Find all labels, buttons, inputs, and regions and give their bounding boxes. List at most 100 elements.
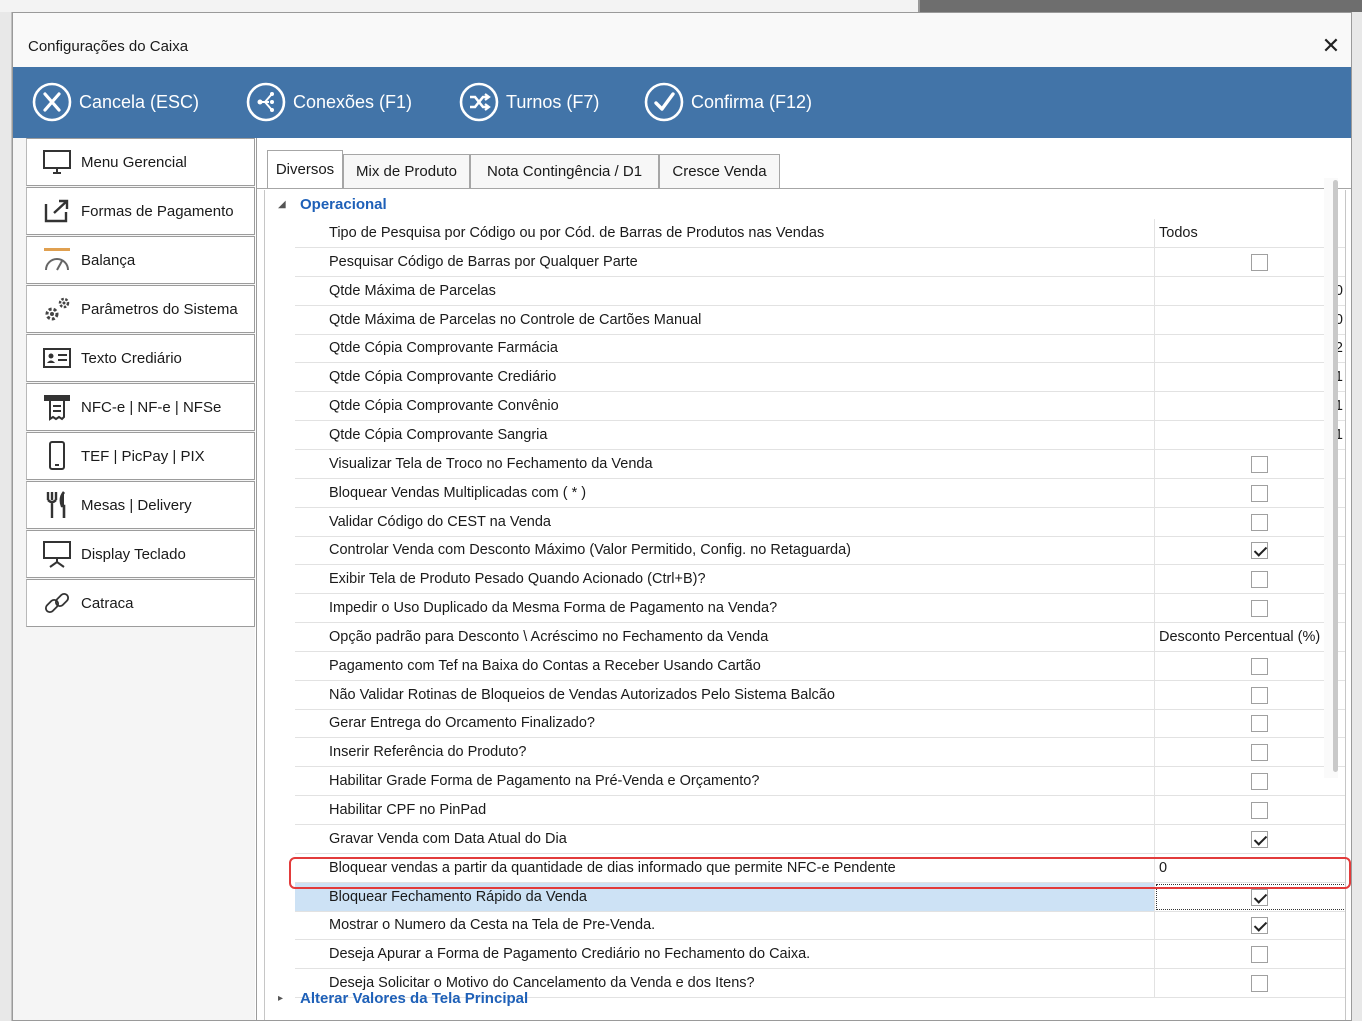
checkbox-checked[interactable]	[1251, 917, 1268, 935]
sidebar-item-display-teclado[interactable]: Display Teclado	[26, 530, 255, 578]
property-row[interactable]: Deseja Apurar a Forma de Pagamento Credi…	[295, 940, 1345, 970]
property-row[interactable]: Controlar Venda com Desconto Máximo (Val…	[295, 536, 1345, 566]
property-value-cell[interactable]	[1155, 882, 1345, 911]
expand-triangle-icon[interactable]: ▸	[278, 984, 283, 1013]
checkbox-unchecked[interactable]	[1251, 253, 1268, 271]
sidebar-item-formas-pagamento[interactable]: Formas de Pagamento	[26, 187, 255, 235]
property-value-cell[interactable]	[1155, 911, 1345, 939]
sidebar-item-label: Catraca	[81, 594, 134, 612]
tab-cresce-venda[interactable]: Cresce Venda	[659, 154, 780, 188]
checkbox-unchecked[interactable]	[1251, 686, 1268, 704]
property-row[interactable]: Não Validar Rotinas de Bloqueios de Vend…	[295, 680, 1345, 710]
property-value-cell[interactable]	[1155, 594, 1345, 622]
checkbox-unchecked[interactable]	[1251, 484, 1268, 502]
sidebar-item-menu-gerencial[interactable]: Menu Gerencial	[26, 138, 255, 186]
property-value[interactable]: 2	[1155, 334, 1345, 362]
property-row[interactable]: Bloquear Vendas Multiplicadas com ( * )	[295, 478, 1345, 508]
property-row[interactable]: Impedir o Uso Duplicado da Mesma Forma d…	[295, 594, 1345, 624]
property-row[interactable]: Pesquisar Código de Barras por Qualquer …	[295, 247, 1345, 277]
property-row[interactable]: Opção padrão para Desconto \ Acréscimo n…	[295, 622, 1345, 652]
sidebar-item-catraca[interactable]: Catraca	[26, 579, 255, 627]
checkbox-unchecked[interactable]	[1251, 455, 1268, 473]
checkbox-checked[interactable]	[1251, 542, 1268, 560]
property-value[interactable]: Desconto Percentual (%)	[1155, 623, 1345, 651]
property-row[interactable]: Validar Código do CEST na Venda	[295, 507, 1345, 537]
checkbox-unchecked[interactable]	[1251, 946, 1268, 964]
property-row[interactable]: Mostrar o Numero da Cesta na Tela de Pre…	[295, 911, 1345, 941]
property-value-cell[interactable]	[1155, 565, 1345, 593]
property-value-cell[interactable]	[1155, 940, 1345, 968]
close-button[interactable]: ✕	[1311, 29, 1351, 63]
property-row[interactable]: Habilitar CPF no PinPad	[295, 796, 1345, 825]
property-row[interactable]: Qtde Cópia Comprovante Sangria 1	[295, 420, 1345, 450]
sidebar-item-parametros[interactable]: Parâmetros do Sistema	[26, 285, 255, 333]
property-value[interactable]: 10	[1155, 277, 1345, 305]
property-value-cell[interactable]	[1155, 536, 1345, 564]
checkbox-unchecked[interactable]	[1251, 600, 1268, 618]
property-value-cell[interactable]	[1155, 479, 1345, 507]
property-value[interactable]: Todos	[1155, 219, 1345, 247]
property-value[interactable]: 0	[1155, 854, 1345, 882]
property-value[interactable]: 1	[1155, 392, 1345, 420]
sidebar-item-label: Formas de Pagamento	[81, 202, 234, 220]
property-row[interactable]: Qtde Cópia Comprovante Farmácia 2	[295, 334, 1345, 364]
checkbox-unchecked[interactable]	[1251, 513, 1268, 531]
property-name: Gravar Venda com Data Atual do Dia	[295, 824, 1155, 853]
turnos-button[interactable]: Turnos (F7)	[458, 79, 599, 125]
category-operacional[interactable]: ◢ Operacional	[265, 190, 1345, 219]
property-row[interactable]: Pagamento com Tef na Baixa do Contas a R…	[295, 651, 1345, 681]
property-row[interactable]: Exibir Tela de Produto Pesado Quando Aci…	[295, 565, 1345, 595]
checkbox-unchecked[interactable]	[1251, 744, 1268, 762]
property-row[interactable]: Tipo de Pesquisa por Código ou por Cód. …	[295, 219, 1345, 248]
checkbox-unchecked[interactable]	[1251, 773, 1268, 791]
property-row[interactable]: Bloquear vendas a partir da quantidade d…	[295, 853, 1345, 883]
property-value[interactable]: 0	[1155, 306, 1345, 334]
property-value-cell[interactable]	[1155, 450, 1345, 478]
property-value-cell[interactable]	[1155, 767, 1345, 795]
sidebar-item-texto-crediario[interactable]: Texto Crediário	[26, 334, 255, 382]
property-value-cell[interactable]	[1155, 652, 1345, 680]
property-value[interactable]: 1	[1155, 421, 1345, 449]
sidebar-item-mesas-delivery[interactable]: Mesas | Delivery	[26, 481, 255, 529]
property-value-cell[interactable]	[1155, 796, 1345, 824]
property-row[interactable]: Qtde Máxima de Parcelas no Controle de C…	[295, 305, 1345, 335]
confirma-button[interactable]: Confirma (F12)	[643, 79, 812, 125]
property-row[interactable]: Gerar Entrega do Orcamento Finalizado?	[295, 709, 1345, 739]
conexoes-button[interactable]: Conexões (F1)	[245, 79, 412, 125]
checkbox-unchecked[interactable]	[1251, 571, 1268, 589]
property-value-cell[interactable]	[1155, 738, 1345, 766]
property-row[interactable]: Qtde Máxima de Parcelas10	[295, 276, 1345, 306]
sidebar-item-balanca[interactable]: Balança	[26, 236, 255, 284]
category-controle-vendedor[interactable]: ▸ Controle Vendedor/Parceiro	[265, 1013, 1345, 1020]
property-value-cell[interactable]	[1155, 709, 1345, 737]
tab-mix-produto[interactable]: Mix de Produto	[343, 154, 470, 188]
sidebar-item-tef[interactable]: TEF | PicPay | PIX	[26, 432, 255, 480]
property-value[interactable]: 1	[1155, 363, 1345, 391]
expand-triangle-icon[interactable]: ▸	[278, 1013, 283, 1020]
collapse-triangle-icon[interactable]: ◢	[278, 190, 286, 219]
property-value-cell[interactable]	[1155, 508, 1345, 536]
property-row[interactable]: Habilitar Grade Forma de Pagamento na Pr…	[295, 767, 1345, 797]
cancela-button[interactable]: Cancela (ESC)	[31, 79, 199, 125]
property-row[interactable]: Visualizar Tela de Troco no Fechamento d…	[295, 449, 1345, 479]
scrollbar-thumb[interactable]	[1333, 180, 1338, 772]
property-row[interactable]: Bloquear Fechamento Rápido da Venda	[295, 882, 1345, 912]
property-row[interactable]: Inserir Referência do Produto?	[295, 738, 1345, 768]
sidebar-item-nfce[interactable]: NFC-e | NF-e | NFSe	[26, 383, 255, 431]
property-name: Qtde Cópia Comprovante Crediário	[295, 363, 1155, 392]
checkbox-unchecked[interactable]	[1251, 657, 1268, 675]
category-alterar-valores[interactable]: ▸ Alterar Valores da Tela Principal	[265, 984, 1345, 1013]
checkbox-checked[interactable]	[1251, 888, 1268, 906]
checkbox-unchecked[interactable]	[1251, 802, 1268, 819]
checkbox-checked[interactable]	[1251, 830, 1268, 848]
property-row[interactable]: Qtde Cópia Comprovante Convênio 1	[295, 392, 1345, 422]
property-value-cell[interactable]	[1155, 681, 1345, 709]
tab-diversos[interactable]: Diversos	[267, 150, 343, 188]
property-value-cell[interactable]	[1155, 825, 1345, 853]
desktop-background-left	[0, 12, 12, 1021]
property-row[interactable]: Qtde Cópia Comprovante Crediário 1	[295, 363, 1345, 393]
property-row[interactable]: Gravar Venda com Data Atual do Dia	[295, 824, 1345, 854]
tab-nota-contingencia[interactable]: Nota Contingência / D1	[470, 154, 659, 188]
property-value-cell[interactable]	[1155, 248, 1345, 276]
checkbox-unchecked[interactable]	[1251, 715, 1268, 733]
